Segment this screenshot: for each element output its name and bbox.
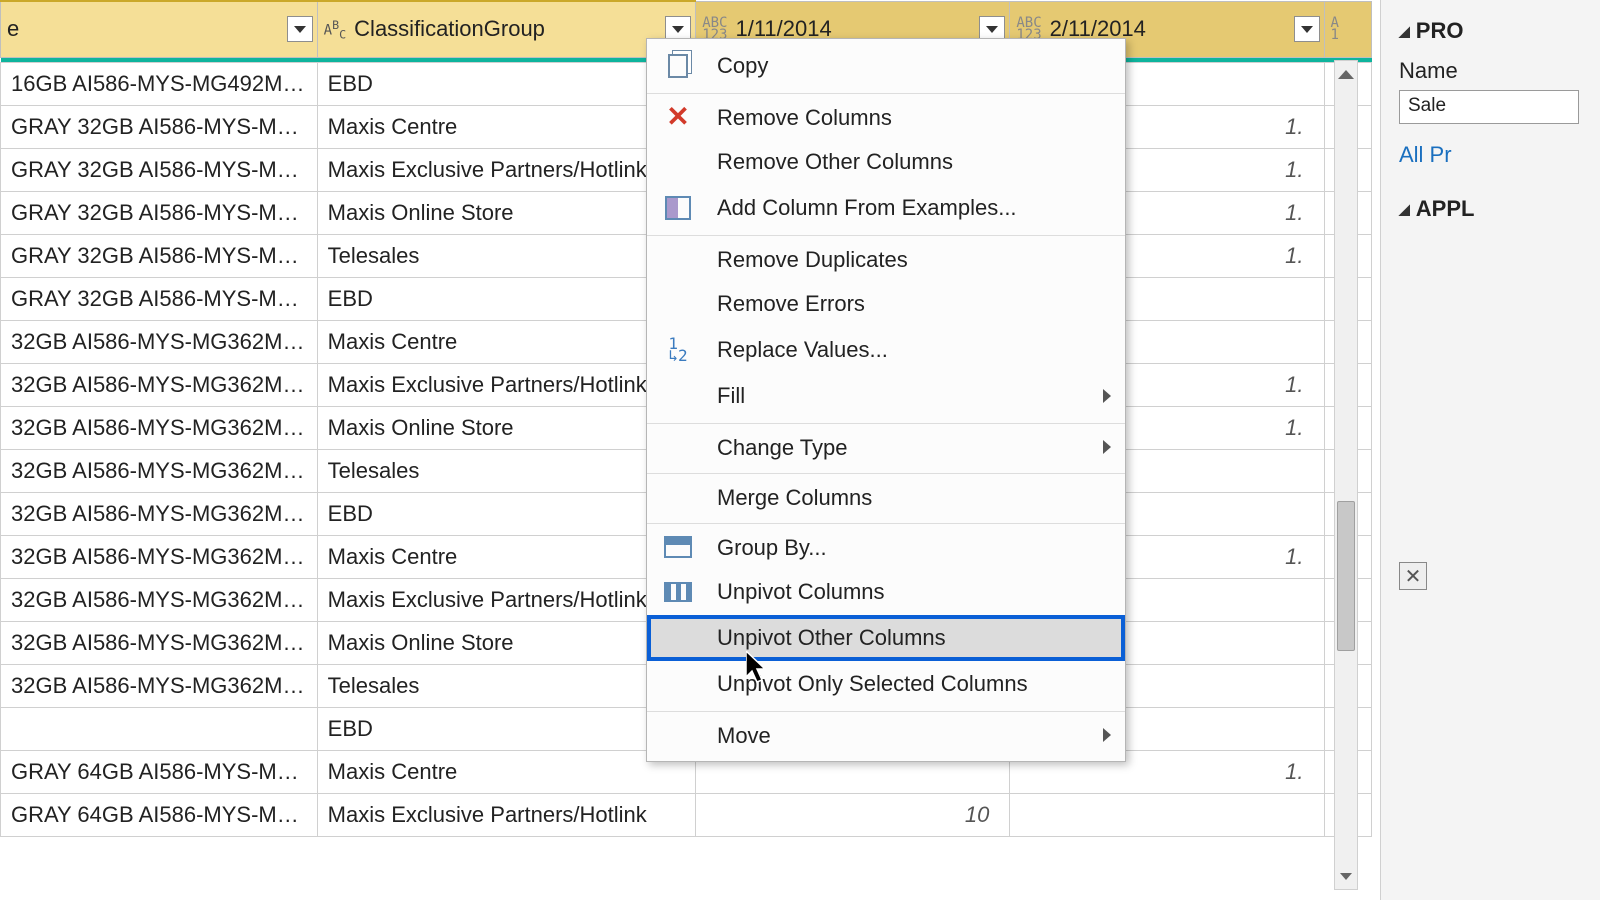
menu-replace-values[interactable]: 1↳2 Replace Values...	[647, 327, 1125, 373]
table-cell[interactable]: EBD	[317, 707, 696, 750]
group-by-icon	[663, 532, 693, 562]
table-cell[interactable]: EBD	[317, 277, 696, 320]
column-filter-dropdown[interactable]	[1294, 16, 1320, 42]
add-column-icon	[663, 193, 693, 223]
submenu-arrow-icon	[1103, 728, 1111, 742]
name-label: Name	[1399, 58, 1592, 84]
menu-copy[interactable]: Copy	[647, 43, 1125, 89]
table-cell[interactable]: GRAY 32GB AI586-MYS-MG352...	[1, 105, 318, 148]
table-cell[interactable]: 32GB AI586-MYS-MG362MY/A	[1, 492, 318, 535]
table-cell[interactable]: Maxis Online Store	[317, 406, 696, 449]
unpivot-icon	[663, 577, 693, 607]
table-cell[interactable]: 32GB AI586-MYS-MG362MY/A	[1, 320, 318, 363]
table-cell[interactable]: 32GB AI586-MYS-MG362MY/A	[1, 535, 318, 578]
menu-move[interactable]: Move	[647, 711, 1125, 757]
table-cell[interactable]: 16GB AI586-MYS-MG492MY/A	[1, 62, 318, 105]
column-filter-dropdown[interactable]	[287, 16, 313, 42]
menu-remove-other-columns[interactable]: Remove Other Columns	[647, 139, 1125, 185]
menu-merge-columns[interactable]: Merge Columns	[647, 473, 1125, 519]
properties-pane: ◢ PRO Name Sale All Pr ◢ APPL ✕	[1380, 0, 1600, 900]
scroll-up-button[interactable]	[1335, 61, 1357, 87]
table-cell[interactable]: 32GB AI586-MYS-MG362MY/A	[1, 449, 318, 492]
column-header-classification[interactable]: ABC ClassificationGroup	[317, 1, 696, 57]
table-cell[interactable]: GRAY 64GB AI586-MYS-MG643	[1, 793, 318, 836]
menu-unpivot-only-selected-columns[interactable]: Unpivot Only Selected Columns	[647, 661, 1125, 707]
submenu-arrow-icon	[1103, 389, 1111, 403]
submenu-arrow-icon	[1103, 440, 1111, 454]
table-cell[interactable]: Maxis Centre	[317, 535, 696, 578]
menu-add-column-from-examples[interactable]: Add Column From Examples...	[647, 185, 1125, 231]
table-row[interactable]: GRAY 64GB AI586-MYS-MG643Maxis Exclusive…	[1, 793, 1372, 836]
table-cell[interactable]: 32GB AI586-MYS-MG362MY/A	[1, 664, 318, 707]
table-cell[interactable]: EBD	[317, 492, 696, 535]
table-cell[interactable]: EBD	[317, 62, 696, 105]
table-cell[interactable]: Telesales	[317, 664, 696, 707]
column-title: ClassificationGroup	[354, 16, 545, 42]
table-cell[interactable]: 10	[696, 793, 1010, 836]
table-cell[interactable]: Maxis Exclusive Partners/Hotlink	[317, 793, 696, 836]
properties-section-header[interactable]: ◢ PRO	[1399, 18, 1592, 44]
table-cell[interactable]: GRAY 32GB AI586-MYS-MG352...	[1, 191, 318, 234]
collapse-icon: ◢	[1399, 23, 1410, 40]
menu-change-type[interactable]: Change Type	[647, 423, 1125, 469]
table-cell[interactable]: 32GB AI586-MYS-MG362MY/A	[1, 578, 318, 621]
table-cell[interactable]: Maxis Online Store	[317, 191, 696, 234]
table-cell[interactable]: Telesales	[317, 234, 696, 277]
table-cell[interactable]: Maxis Exclusive Partners/Hotlink	[317, 363, 696, 406]
delete-step-icon[interactable]: ✕	[1399, 562, 1427, 590]
datatype-any-icon: A1	[1331, 17, 1339, 41]
column-header-next[interactable]: A1	[1324, 1, 1371, 57]
table-cell[interactable]: Maxis Centre	[317, 320, 696, 363]
table-cell[interactable]: GRAY 32GB AI586-MYS-MG352...	[1, 234, 318, 277]
column-context-menu: Copy ✕ Remove Columns Remove Other Colum…	[646, 38, 1126, 762]
menu-group-by[interactable]: Group By...	[647, 523, 1125, 569]
column-header-product[interactable]: e	[1, 1, 318, 57]
menu-fill[interactable]: Fill	[647, 373, 1125, 419]
copy-icon	[663, 51, 693, 81]
applied-step-row[interactable]: ✕	[1399, 562, 1592, 590]
table-cell[interactable]: 32GB AI586-MYS-MG362MY/A	[1, 621, 318, 664]
datatype-text-icon: ABC	[324, 19, 347, 40]
table-cell[interactable]	[1, 707, 318, 750]
table-cell[interactable]: GRAY 64GB AI586-MYS-MG643...	[1, 750, 318, 793]
vertical-scrollbar[interactable]	[1334, 60, 1358, 890]
remove-columns-icon: ✕	[663, 102, 693, 132]
menu-remove-columns[interactable]: ✕ Remove Columns	[647, 93, 1125, 139]
menu-unpivot-columns[interactable]: Unpivot Columns	[647, 569, 1125, 615]
table-cell[interactable]: Maxis Centre	[317, 750, 696, 793]
table-cell[interactable]: GRAY 32GB AI586-MYS-MG352...	[1, 277, 318, 320]
table-cell[interactable]: 32GB AI586-MYS-MG362MY/A	[1, 406, 318, 449]
replace-values-icon: 1↳2	[663, 335, 693, 365]
table-cell[interactable]	[1010, 793, 1324, 836]
menu-unpivot-other-columns[interactable]: Unpivot Other Columns	[647, 615, 1125, 661]
column-title: e	[7, 16, 19, 42]
table-cell[interactable]: Maxis Exclusive Partners/Hotlink	[317, 148, 696, 191]
table-cell[interactable]: GRAY 32GB AI586-MYS-MG352...	[1, 148, 318, 191]
table-cell[interactable]: Maxis Online Store	[317, 621, 696, 664]
query-name-input[interactable]: Sale	[1399, 90, 1579, 124]
menu-remove-errors[interactable]: Remove Errors	[647, 281, 1125, 327]
scroll-thumb[interactable]	[1337, 501, 1355, 651]
table-cell[interactable]: Telesales	[317, 449, 696, 492]
table-cell[interactable]: Maxis Exclusive Partners/Hotlink	[317, 578, 696, 621]
menu-remove-duplicates[interactable]: Remove Duplicates	[647, 235, 1125, 281]
scroll-down-button[interactable]	[1335, 863, 1357, 889]
applied-steps-section-header[interactable]: ◢ APPL	[1399, 196, 1592, 222]
table-cell[interactable]: Maxis Centre	[317, 105, 696, 148]
table-cell[interactable]: 32GB AI586-MYS-MG362MY/A	[1, 363, 318, 406]
all-properties-link[interactable]: All Pr	[1399, 142, 1592, 168]
collapse-icon: ◢	[1399, 201, 1410, 218]
